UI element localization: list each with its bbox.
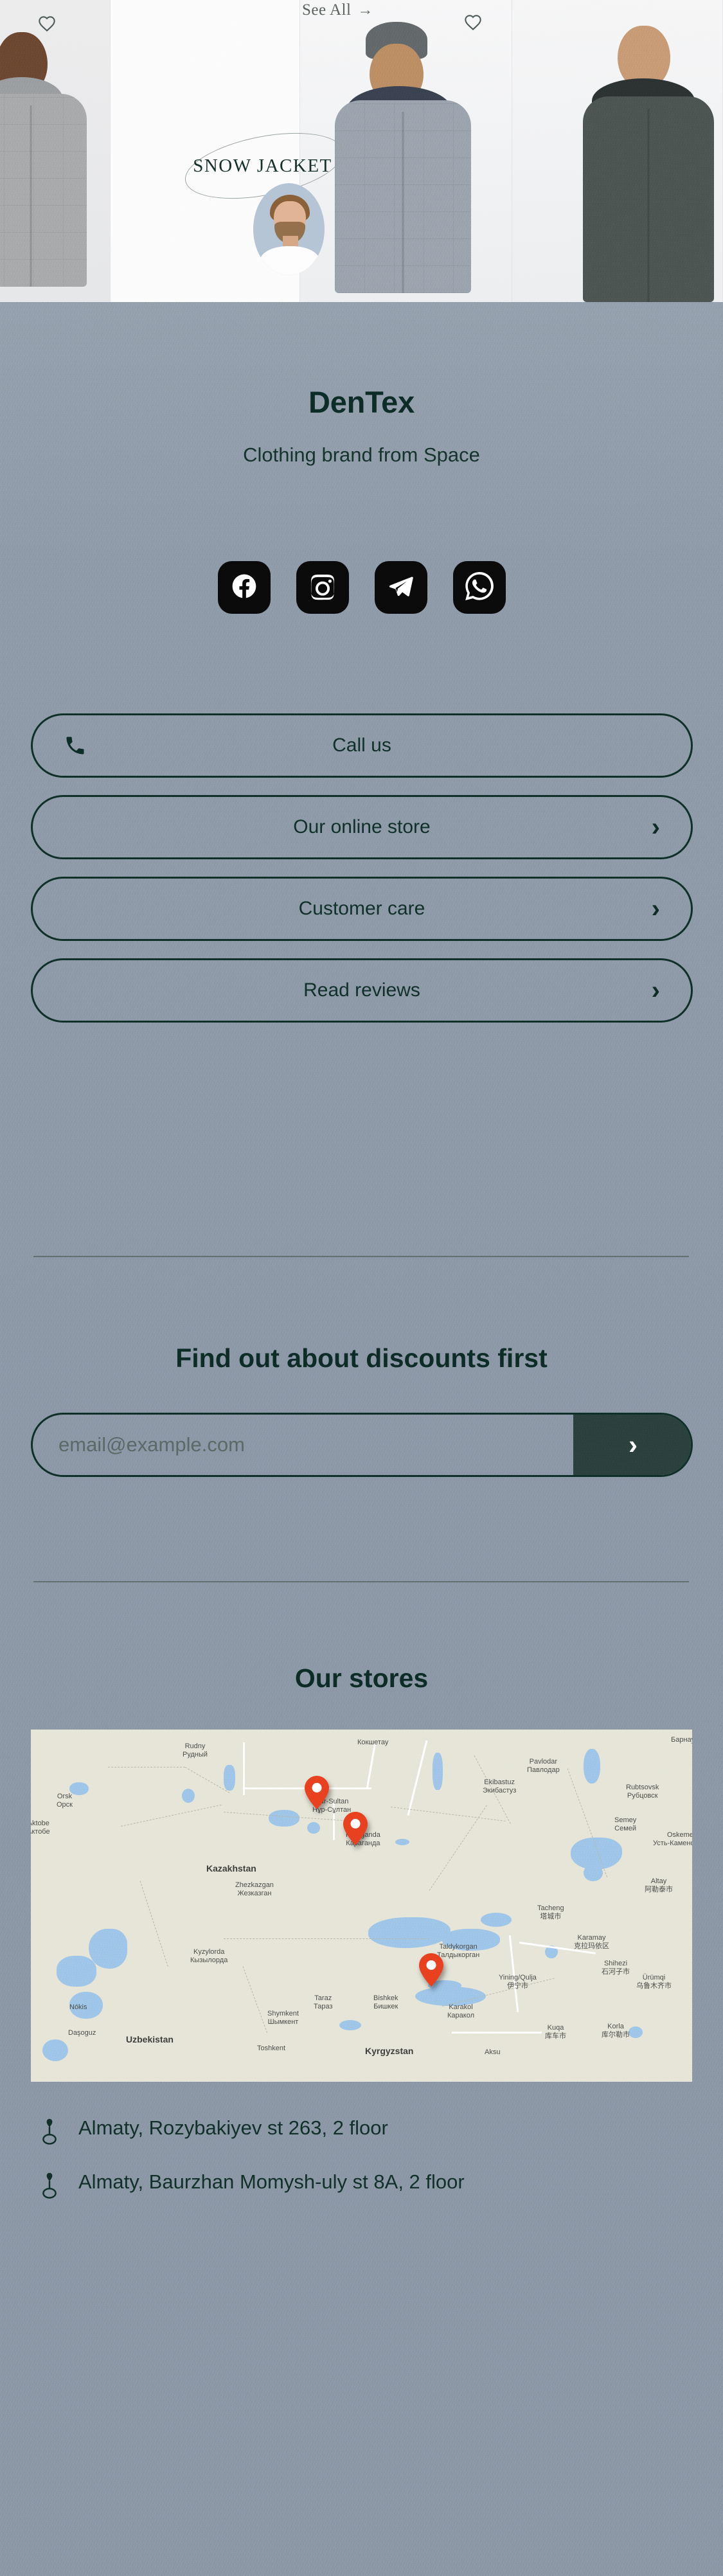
map-pin[interactable] [343,1812,368,1845]
store-address-list: Almaty, Rozybakiyev st 263, 2 floor Alma… [39,2115,694,2223]
map-label: Aksu [485,2048,501,2056]
section-divider [33,1581,689,1582]
avatar-shirt [260,246,320,275]
map-label-country: Kazakhstan [206,1863,256,1874]
map-label: AktobeАктобе [31,1820,50,1836]
map-pin[interactable] [305,1776,329,1809]
whatsapp-icon [465,571,494,604]
map-label: Tacheng 塔城市 [537,1904,564,1920]
social-instagram-button[interactable] [296,561,349,614]
map-label: Kyzylorda Кызылорда [190,1948,228,1964]
list-item[interactable]: Almaty, Rozybakiyev st 263, 2 floor [39,2115,694,2145]
link-label: Our online store [293,816,431,837]
social-telegram-button[interactable] [374,561,427,614]
map-label: Pavlodar Павлодар [527,1758,560,1774]
map-label: Orsk Орск [57,1793,73,1809]
newsletter-title: Find out about discounts first [175,1343,548,1373]
heart-icon[interactable] [37,15,57,33]
facebook-icon [230,572,258,604]
profile-page: See All → SNOW JACKET DenTex Clothing br… [0,0,723,2576]
instagram-icon [308,572,337,604]
map-pin-icon [39,2117,60,2145]
map-label: Барнаул [671,1736,692,1744]
map-label: Rudny Рудный [183,1742,208,1758]
chevron-right-icon: › [651,976,660,1005]
map-label: OskemenУсть-Каменогорск [653,1831,692,1847]
hero-slide-1[interactable] [0,0,111,302]
map-pin[interactable] [419,1953,443,1987]
map-label: Ürümqi 乌鲁木齐市 [636,1974,672,1990]
map-label: Bishkek Бишкек [373,1994,398,2010]
link-button-customer-care[interactable]: Customer care › [31,877,693,941]
map-label: Kuqa 库车市 [545,2024,566,2040]
map-label: Karakol Каракол [447,2003,474,2019]
link-list: Call us Our online store › Customer care… [31,713,693,1040]
hero-model-1 [0,32,109,302]
link-button-read-reviews[interactable]: Read reviews › [31,958,693,1023]
map-label: Кокшетау [357,1739,389,1746]
page-title: DenTex [308,385,415,419]
chevron-right-icon: › [651,895,660,923]
phone-icon [64,734,87,757]
chevron-right-icon: › [651,813,660,841]
promo-badge: SNOW JACKET [165,121,361,211]
map-label: Karamay 克拉玛依区 [574,1934,609,1950]
arrow-right-icon: → [357,2,373,19]
hero-model-4 [564,26,722,302]
map-label: Toshkent [257,2044,286,2052]
map-label-country: Uzbekistan [126,2034,174,2044]
map-label: Korla 库尔勒市 [602,2023,630,2039]
link-label: Call us [332,735,391,756]
hero-banner: See All → SNOW JACKET [0,0,723,302]
hero-slide-4[interactable] [512,0,723,302]
map-label: Semey Семей [614,1816,637,1832]
avatar [253,183,325,275]
store-address: Almaty, Rozybakiyev st 263, 2 floor [78,2116,388,2139]
newsletter-submit-button[interactable]: › [573,1415,691,1475]
map-label: Daşoguz [68,2029,96,2037]
social-whatsapp-button[interactable] [452,561,506,614]
heart-icon[interactable] [463,14,483,32]
social-links [0,561,723,614]
promo-text: SNOW JACKET [193,156,332,176]
map-pin-icon [39,2171,60,2199]
link-button-call-us[interactable]: Call us [31,713,693,778]
store-address: Almaty, Baurzhan Momysh-uly st 8A, 2 flo… [78,2170,465,2193]
map-label: Shihezi 石河子市 [602,1960,630,1976]
see-all-label: See All [302,1,352,19]
map-label: Taraz Тараз [314,1994,333,2010]
see-all-link[interactable]: See All → [302,1,373,19]
telegram-icon [387,572,415,604]
map-label: Nókis [69,2003,87,2011]
stores-map[interactable]: Rudny Рудный Кокшетау Pavlodar Павлодар Ба… [31,1730,692,2082]
map-label: Shymkent Шымкент [267,2010,299,2026]
map-label: Zhezkazgan Жезказган [235,1881,274,1897]
brand-tagline: Clothing brand from Space [243,443,480,466]
map-label: Ekibastuz Экибастуз [483,1778,517,1794]
map-label: Yining/Qulja 伊宁市 [499,1974,537,1990]
list-item[interactable]: Almaty, Baurzhan Momysh-uly st 8A, 2 flo… [39,2169,694,2199]
map-label: Rubtsovsk Рубцовск [626,1784,659,1800]
map-label-country: Kyrgyzstan [365,2046,414,2056]
email-input[interactable] [33,1415,573,1475]
map-label: Altay 阿勒泰市 [645,1877,673,1893]
link-button-our-online-store[interactable]: Our online store › [31,795,693,859]
social-facebook-button[interactable] [217,561,271,614]
link-label: Customer care [298,898,425,919]
section-divider [33,1256,689,1257]
link-label: Read reviews [303,979,420,1001]
stores-title: Our stores [294,1663,429,1693]
newsletter-form: › [31,1413,693,1477]
